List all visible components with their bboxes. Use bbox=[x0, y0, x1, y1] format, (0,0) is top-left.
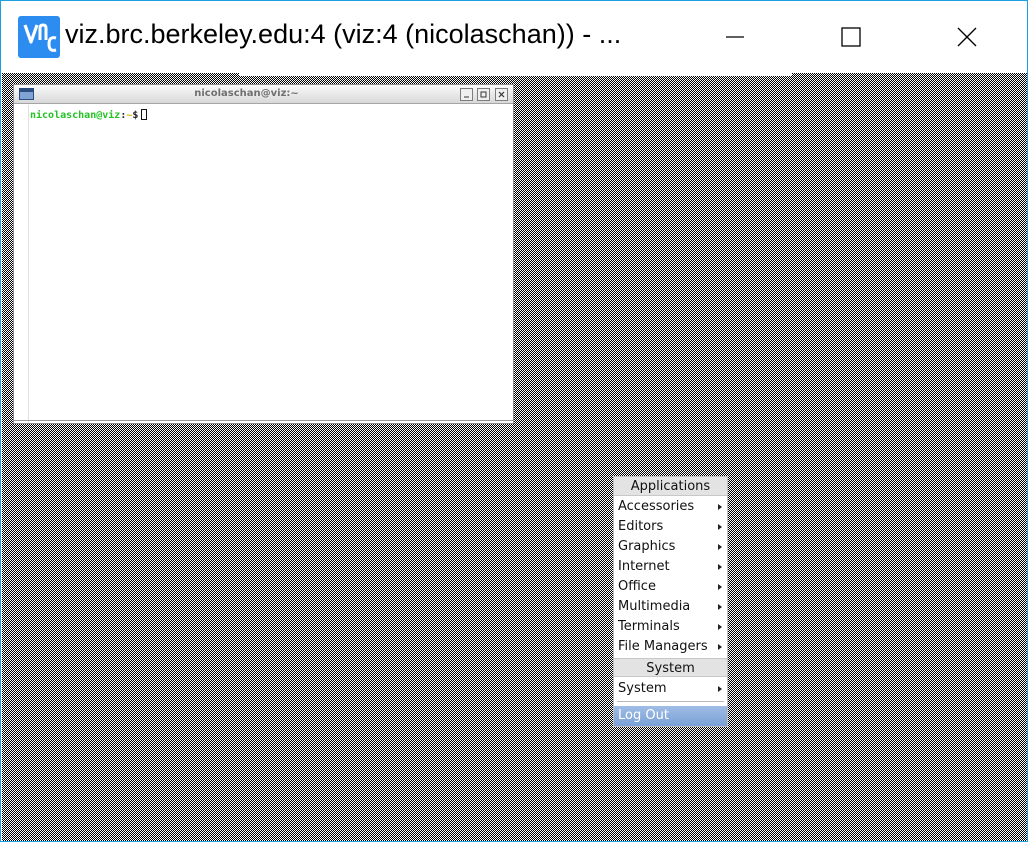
terminal-maximize-button[interactable] bbox=[477, 88, 490, 101]
submenu-arrow-icon bbox=[718, 504, 722, 510]
menu-item-log-out[interactable]: Log Out bbox=[614, 706, 727, 726]
menu-item-label: Multimedia bbox=[618, 599, 691, 614]
submenu-arrow-icon bbox=[718, 686, 722, 692]
maximize-button[interactable] bbox=[793, 1, 909, 73]
menu-item-label: Accessories bbox=[618, 499, 695, 514]
root-menu[interactable]: Applications Accessories Editors Graphic… bbox=[613, 476, 728, 727]
prompt-symbol: $ bbox=[132, 110, 139, 121]
desktop-top-strip bbox=[239, 73, 792, 76]
terminal-prompt-line: nicolaschan@viz:~$ bbox=[30, 109, 148, 121]
close-button[interactable] bbox=[909, 1, 1025, 73]
menu-item-label: Internet bbox=[618, 559, 670, 574]
menu-item-label: Terminals bbox=[618, 619, 680, 634]
terminal-content[interactable]: nicolaschan@viz:~$ bbox=[14, 105, 513, 423]
menu-item-multimedia[interactable]: Multimedia bbox=[614, 597, 727, 617]
submenu-arrow-icon bbox=[718, 564, 722, 570]
submenu-arrow-icon bbox=[718, 624, 722, 630]
prompt-user: nicolaschan@viz bbox=[30, 110, 121, 121]
minimize-button[interactable] bbox=[677, 1, 793, 73]
terminal-cursor bbox=[141, 109, 148, 120]
close-icon bbox=[498, 91, 505, 98]
menu-item-editors[interactable]: Editors bbox=[614, 517, 727, 537]
menu-item-label: File Managers bbox=[618, 639, 708, 654]
remote-desktop[interactable]: nicolaschan@viz:~ nicolaschan@viz:~$ App… bbox=[2, 73, 1027, 841]
terminal-window[interactable]: nicolaschan@viz:~ nicolaschan@viz:~$ bbox=[13, 84, 514, 424]
menu-item-label: Office bbox=[618, 579, 656, 594]
window-title: viz.brc.berkeley.edu:4 (viz:4 (nicolasch… bbox=[65, 19, 622, 49]
submenu-arrow-icon bbox=[718, 604, 722, 610]
terminal-minimize-button[interactable] bbox=[460, 88, 473, 101]
minimize-icon bbox=[464, 96, 469, 98]
menu-item-office[interactable]: Office bbox=[614, 577, 727, 597]
menu-item-file-managers[interactable]: File Managers bbox=[614, 637, 727, 657]
minimize-icon bbox=[726, 36, 744, 38]
terminal-bottom-border bbox=[14, 420, 513, 421]
maximize-icon bbox=[480, 91, 487, 98]
close-icon bbox=[957, 27, 977, 47]
vnc-viewer-icon bbox=[18, 16, 60, 58]
terminal-margin bbox=[28, 105, 29, 423]
submenu-arrow-icon bbox=[718, 524, 722, 530]
menu-item-accessories[interactable]: Accessories bbox=[614, 497, 727, 517]
menu-item-label: Editors bbox=[618, 519, 664, 534]
maximize-icon bbox=[841, 27, 861, 47]
menu-item-system[interactable]: System bbox=[614, 679, 727, 699]
submenu-arrow-icon bbox=[718, 544, 722, 550]
menu-item-internet[interactable]: Internet bbox=[614, 557, 727, 577]
menu-header-applications: Applications bbox=[614, 477, 727, 496]
menu-separator bbox=[617, 701, 724, 702]
window-titlebar[interactable]: viz.brc.berkeley.edu:4 (viz:4 (nicolasch… bbox=[1, 1, 1027, 73]
menu-item-label: Graphics bbox=[618, 539, 676, 554]
terminal-close-button[interactable] bbox=[495, 88, 508, 101]
submenu-arrow-icon bbox=[718, 644, 722, 650]
menu-item-graphics[interactable]: Graphics bbox=[614, 537, 727, 557]
vnc-viewer-window: viz.brc.berkeley.edu:4 (viz:4 (nicolasch… bbox=[0, 0, 1028, 842]
menu-item-label: System bbox=[618, 681, 667, 696]
terminal-titlebar[interactable]: nicolaschan@viz:~ bbox=[14, 85, 513, 104]
submenu-arrow-icon bbox=[718, 584, 722, 590]
menu-header-system: System bbox=[614, 658, 727, 677]
terminal-title: nicolaschan@viz:~ bbox=[194, 88, 299, 99]
menu-item-terminals[interactable]: Terminals bbox=[614, 617, 727, 637]
